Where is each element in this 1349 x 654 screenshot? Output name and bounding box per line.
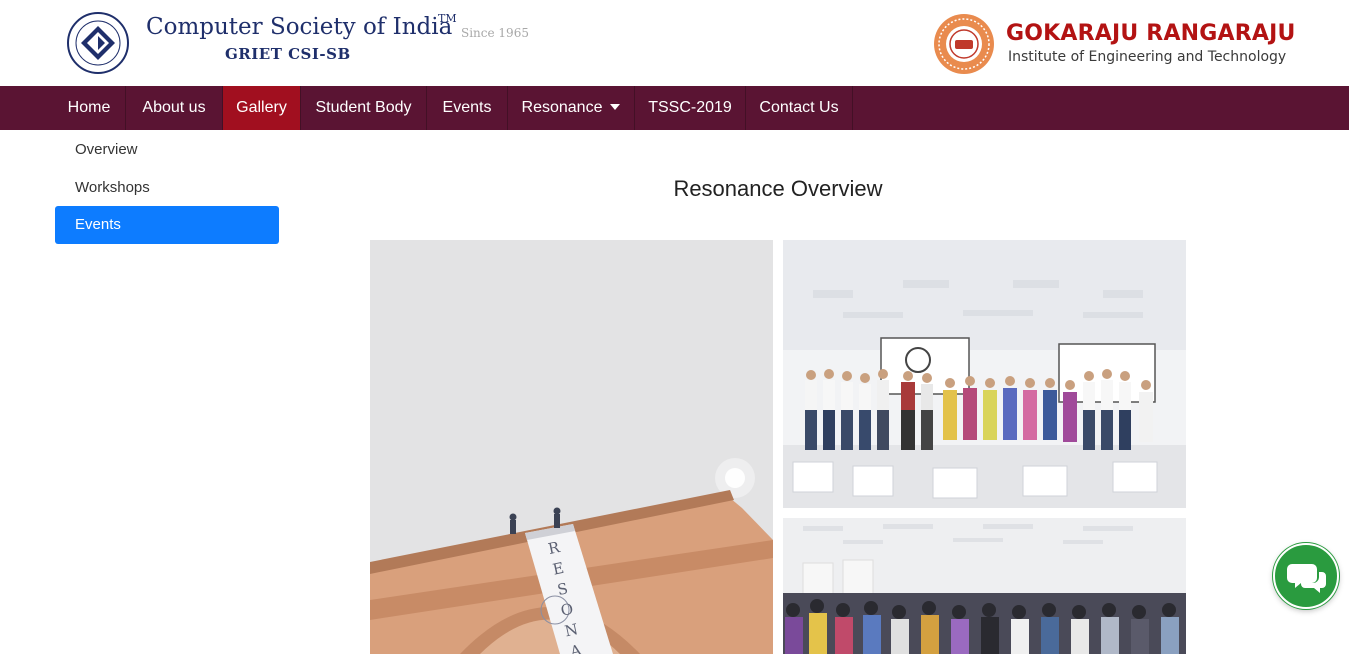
sidebar-item-label: Overview bbox=[75, 141, 138, 158]
csi-emblem-icon[interactable] bbox=[67, 12, 129, 74]
nav-gallery-label: Gallery bbox=[236, 99, 287, 116]
nav-about-us-label: About us bbox=[142, 99, 206, 116]
csi-title: Computer Society of India bbox=[146, 14, 453, 40]
trademark-mark: TM bbox=[438, 12, 457, 25]
chat-button[interactable] bbox=[1273, 543, 1339, 609]
college-subtitle: Institute of Engineering and Technology bbox=[1008, 49, 1287, 65]
gallery-photo-banner[interactable]: RESONAN bbox=[370, 240, 773, 654]
page-title: Resonance Overview bbox=[673, 176, 883, 201]
site-header: Computer Society of India TM Since 1965 … bbox=[0, 0, 1349, 86]
sidebar-item-overview[interactable]: Overview bbox=[55, 131, 279, 169]
college-name: GOKARAJU RANGARAJU bbox=[1006, 21, 1296, 46]
nav-tssc-2019[interactable]: TSSC-2019 bbox=[635, 86, 746, 130]
main-navbar: Home About us Gallery Student Body Event… bbox=[0, 86, 1349, 130]
nav-resonance-label: Resonance bbox=[521, 99, 603, 116]
csi-since: Since 1965 bbox=[461, 26, 529, 40]
csi-subtitle: GRIET CSI-SB bbox=[225, 45, 351, 63]
nav-home-label: Home bbox=[67, 99, 111, 116]
sidebar-item-label: Events bbox=[75, 216, 121, 233]
chat-bubbles-icon bbox=[1287, 564, 1326, 593]
caret-down-icon bbox=[610, 103, 621, 110]
nav-student-body[interactable]: Student Body bbox=[301, 86, 427, 130]
nav-gallery[interactable]: Gallery bbox=[223, 86, 301, 130]
gallery-photo-group[interactable] bbox=[783, 240, 1186, 508]
nav-about-us[interactable]: About us bbox=[126, 86, 223, 130]
nav-resonance-dropdown[interactable]: Resonance bbox=[508, 86, 635, 130]
nav-home[interactable]: Home bbox=[53, 86, 126, 130]
sidebar-item-label: Workshops bbox=[75, 179, 150, 196]
gallery-photo-audience[interactable] bbox=[783, 518, 1186, 654]
sidebar-item-events[interactable]: Events bbox=[55, 206, 279, 244]
nav-student-body-label: Student Body bbox=[315, 99, 412, 116]
sidebar-item-workshops[interactable]: Workshops bbox=[55, 169, 279, 207]
nav-events[interactable]: Events bbox=[427, 86, 508, 130]
nav-contact-us[interactable]: Contact Us bbox=[746, 86, 853, 130]
griet-seal-icon[interactable] bbox=[933, 13, 995, 75]
nav-contact-us-label: Contact Us bbox=[759, 99, 839, 116]
nav-events-label: Events bbox=[442, 99, 492, 116]
nav-tssc-2019-label: TSSC-2019 bbox=[648, 99, 732, 116]
